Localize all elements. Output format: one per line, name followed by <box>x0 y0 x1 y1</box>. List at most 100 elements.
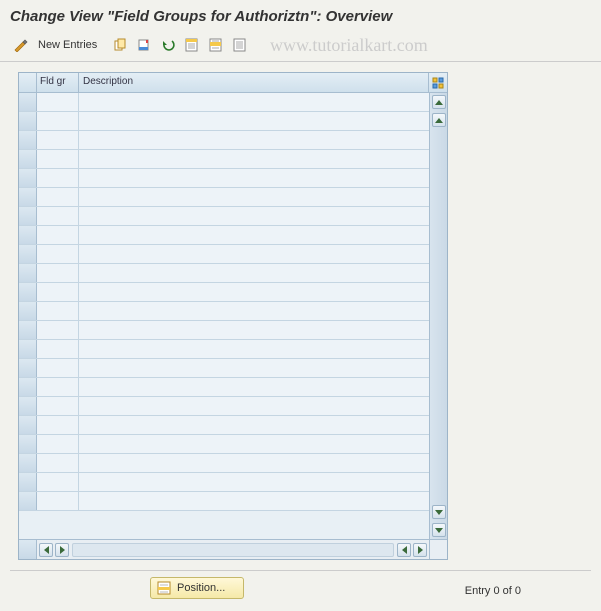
table-row[interactable] <box>19 302 429 321</box>
row-selector[interactable] <box>19 93 37 111</box>
row-selector[interactable] <box>19 321 37 339</box>
row-selector[interactable] <box>19 131 37 149</box>
scroll-right-icon[interactable] <box>413 543 427 557</box>
change-display-icon[interactable] <box>10 35 32 55</box>
table-row[interactable] <box>19 435 429 454</box>
table-row[interactable] <box>19 207 429 226</box>
table-row[interactable] <box>19 397 429 416</box>
scroll-up-icon[interactable] <box>432 95 446 109</box>
position-button[interactable]: Position... <box>150 577 244 599</box>
cell-fldgr[interactable] <box>37 264 79 282</box>
cell-description[interactable] <box>79 435 429 453</box>
cell-description[interactable] <box>79 207 429 225</box>
cell-description[interactable] <box>79 131 429 149</box>
cell-fldgr[interactable] <box>37 454 79 472</box>
cell-fldgr[interactable] <box>37 131 79 149</box>
table-row[interactable] <box>19 226 429 245</box>
scroll-left-icon[interactable] <box>55 543 69 557</box>
copy-icon[interactable] <box>109 35 131 55</box>
cell-description[interactable] <box>79 378 429 396</box>
cell-description[interactable] <box>79 340 429 358</box>
table-row[interactable] <box>19 93 429 112</box>
undo-icon[interactable] <box>157 35 179 55</box>
cell-fldgr[interactable] <box>37 188 79 206</box>
row-selector[interactable] <box>19 150 37 168</box>
new-entries-button[interactable]: New Entries <box>38 39 97 51</box>
scroll-down-icon[interactable] <box>432 505 446 519</box>
row-selector[interactable] <box>19 169 37 187</box>
row-selector[interactable] <box>19 340 37 358</box>
table-row[interactable] <box>19 359 429 378</box>
row-selector[interactable] <box>19 245 37 263</box>
cell-description[interactable] <box>79 321 429 339</box>
cell-fldgr[interactable] <box>37 321 79 339</box>
cell-fldgr[interactable] <box>37 416 79 434</box>
table-row[interactable] <box>19 245 429 264</box>
delete-icon[interactable] <box>133 35 155 55</box>
table-row[interactable] <box>19 340 429 359</box>
vertical-scrollbar[interactable] <box>429 93 447 539</box>
table-row[interactable] <box>19 454 429 473</box>
cell-description[interactable] <box>79 397 429 415</box>
cell-description[interactable] <box>79 454 429 472</box>
row-selector[interactable] <box>19 378 37 396</box>
scroll-left-icon[interactable] <box>39 543 53 557</box>
cell-description[interactable] <box>79 264 429 282</box>
cell-description[interactable] <box>79 283 429 301</box>
cell-fldgr[interactable] <box>37 112 79 130</box>
cell-fldgr[interactable] <box>37 435 79 453</box>
cell-fldgr[interactable] <box>37 492 79 510</box>
row-selector[interactable] <box>19 264 37 282</box>
scroll-up-icon[interactable] <box>432 113 446 127</box>
table-row[interactable] <box>19 264 429 283</box>
row-selector[interactable] <box>19 473 37 491</box>
configure-columns-icon[interactable] <box>429 73 447 92</box>
table-row[interactable] <box>19 378 429 397</box>
h-scroll-track[interactable] <box>72 543 394 557</box>
column-header-description[interactable]: Description <box>79 73 429 92</box>
header-selector[interactable] <box>19 73 37 92</box>
cell-fldgr[interactable] <box>37 169 79 187</box>
cell-fldgr[interactable] <box>37 283 79 301</box>
table-row[interactable] <box>19 112 429 131</box>
select-block-icon[interactable] <box>205 35 227 55</box>
row-selector[interactable] <box>19 283 37 301</box>
cell-description[interactable] <box>79 492 429 510</box>
table-row[interactable] <box>19 473 429 492</box>
row-selector[interactable] <box>19 435 37 453</box>
cell-description[interactable] <box>79 169 429 187</box>
cell-fldgr[interactable] <box>37 340 79 358</box>
cell-fldgr[interactable] <box>37 93 79 111</box>
cell-description[interactable] <box>79 112 429 130</box>
cell-fldgr[interactable] <box>37 473 79 491</box>
scroll-right-icon[interactable] <box>397 543 411 557</box>
horizontal-scrollbar[interactable] <box>39 542 427 558</box>
row-selector[interactable] <box>19 188 37 206</box>
cell-fldgr[interactable] <box>37 207 79 225</box>
row-selector[interactable] <box>19 302 37 320</box>
table-row[interactable] <box>19 131 429 150</box>
select-all-icon[interactable] <box>181 35 203 55</box>
row-selector[interactable] <box>19 397 37 415</box>
row-selector[interactable] <box>19 492 37 510</box>
row-selector[interactable] <box>19 359 37 377</box>
cell-fldgr[interactable] <box>37 226 79 244</box>
cell-description[interactable] <box>79 359 429 377</box>
table-row[interactable] <box>19 321 429 340</box>
table-row[interactable] <box>19 492 429 511</box>
cell-description[interactable] <box>79 245 429 263</box>
column-header-fldgr[interactable]: Fld gr <box>37 73 79 92</box>
row-selector[interactable] <box>19 454 37 472</box>
cell-description[interactable] <box>79 302 429 320</box>
cell-description[interactable] <box>79 188 429 206</box>
scroll-down-icon[interactable] <box>432 523 446 537</box>
cell-fldgr[interactable] <box>37 378 79 396</box>
cell-description[interactable] <box>79 416 429 434</box>
cell-description[interactable] <box>79 473 429 491</box>
cell-fldgr[interactable] <box>37 397 79 415</box>
cell-fldgr[interactable] <box>37 245 79 263</box>
row-selector[interactable] <box>19 207 37 225</box>
table-row[interactable] <box>19 169 429 188</box>
cell-fldgr[interactable] <box>37 359 79 377</box>
cell-description[interactable] <box>79 150 429 168</box>
